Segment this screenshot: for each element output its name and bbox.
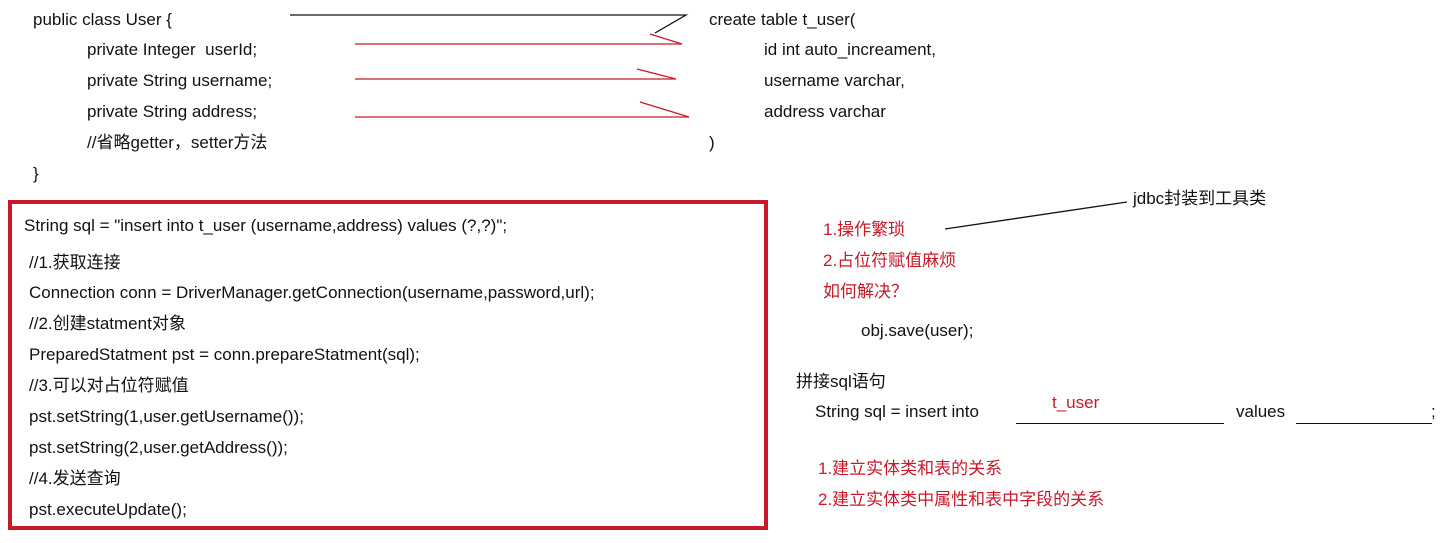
- pointer-to-tool-class: [944, 201, 1128, 230]
- create-table-close: ): [709, 133, 715, 152]
- concat-sql-prefix: String sql = insert into: [815, 402, 979, 421]
- sql-string-line: String sql = "insert into t_user (userna…: [24, 216, 508, 235]
- set-string-address-line: pst.setString(2,user.getAddress());: [29, 438, 288, 457]
- table-blank-fill: t_user: [1052, 393, 1100, 412]
- userid-to-id-arrow: [355, 33, 683, 45]
- address-to-address-arrow: [355, 101, 690, 118]
- create-table-statement: create table t_user(: [709, 10, 856, 29]
- values-blank-underline: [1296, 423, 1432, 424]
- comment-get-connection: //1.获取连接: [29, 253, 121, 272]
- class-close-brace: }: [33, 164, 39, 183]
- column-address: address varchar: [764, 102, 886, 121]
- prepared-statement-line: PreparedStatment pst = conn.prepareStatm…: [29, 345, 420, 364]
- comment-create-statement: //2.创建statment对象: [29, 314, 186, 333]
- tool-class-note: jdbc封装到工具类: [1133, 189, 1267, 208]
- getter-setter-comment: //省略getter，setter方法: [87, 133, 268, 152]
- problem-placeholder: 2.占位符赋值麻烦: [823, 251, 957, 270]
- jdbc-code-box: [8, 200, 768, 530]
- column-id: id int auto_increament,: [764, 40, 936, 59]
- comment-assign-placeholders: //3.可以对占位符赋值: [29, 376, 189, 395]
- concat-sql-title: 拼接sql语句: [796, 372, 886, 391]
- field-userid: private Integer userId;: [87, 40, 258, 59]
- set-string-username-line: pst.setString(1,user.getUsername());: [29, 407, 304, 426]
- problem-question: 如何解决？: [823, 282, 908, 301]
- relation-class-table: 1.建立实体类和表的关系: [818, 459, 1003, 478]
- save-call: obj.save(user);: [861, 321, 974, 340]
- field-address: private String address;: [87, 102, 258, 121]
- class-declaration: public class User {: [33, 10, 172, 29]
- connection-line: Connection conn = DriverManager.getConne…: [29, 283, 595, 302]
- execute-update-line: pst.executeUpdate();: [29, 500, 187, 519]
- class-to-table-arrow: [290, 14, 689, 34]
- column-username: username varchar,: [764, 71, 905, 90]
- concat-sql-end: ;: [1431, 402, 1436, 421]
- problem-tedious: 1.操作繁琐: [823, 220, 906, 239]
- values-label: values: [1236, 402, 1286, 421]
- relation-field-column: 2.建立实体类中属性和表中字段的关系: [818, 490, 1105, 509]
- field-username: private String username;: [87, 71, 273, 90]
- table-blank-underline: [1016, 423, 1224, 424]
- username-to-username-arrow: [355, 68, 677, 80]
- comment-send-query: //4.发送查询: [29, 469, 121, 488]
